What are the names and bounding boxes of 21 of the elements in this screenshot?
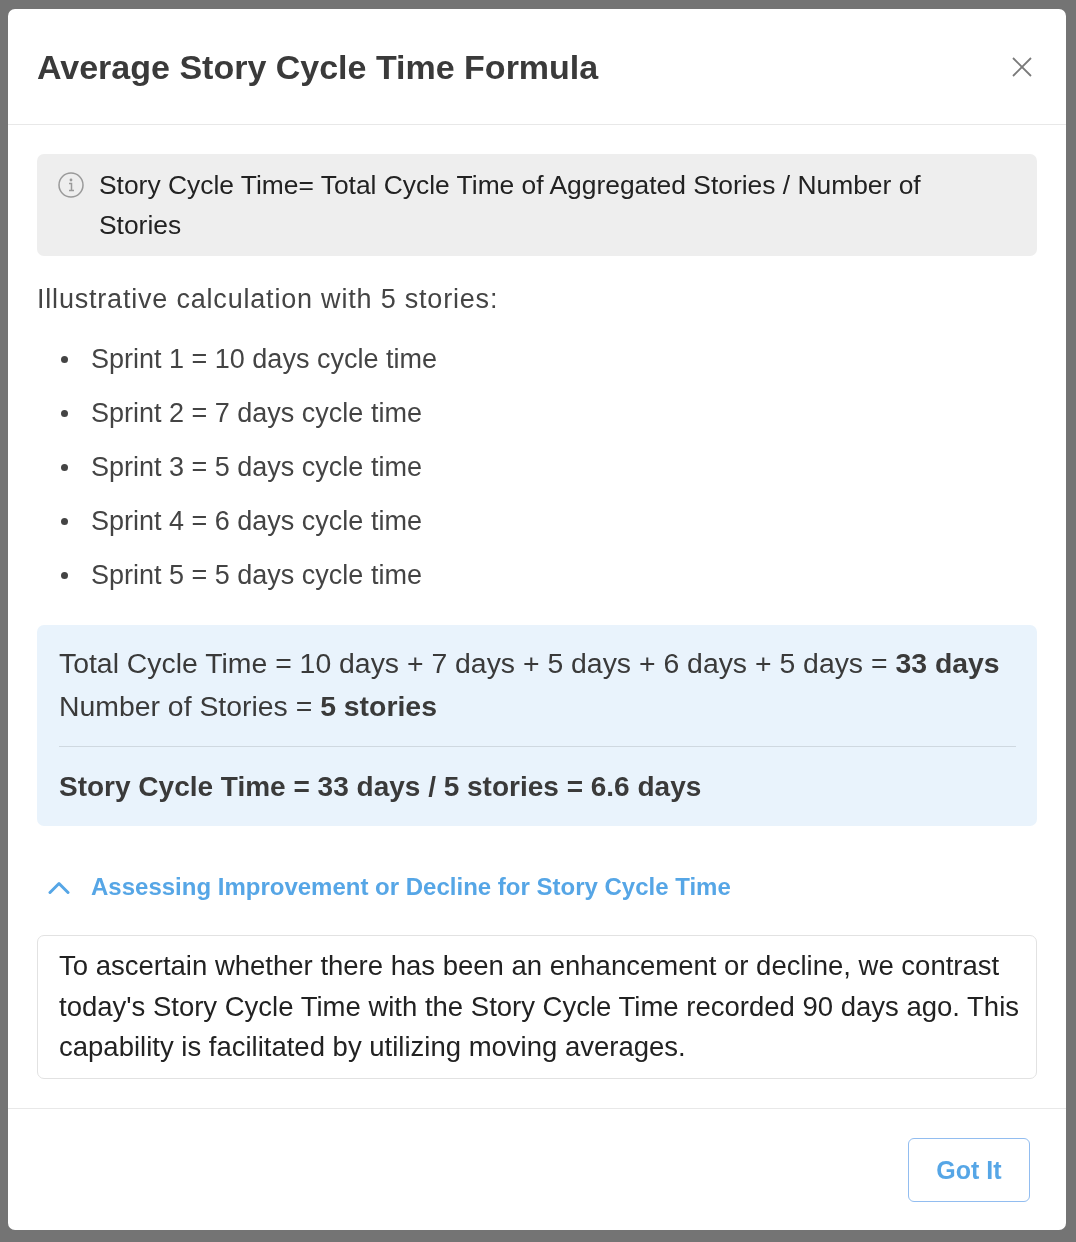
section-toggle[interactable]: Assessing Improvement or Decline for Story Cycle Time: [37, 867, 731, 907]
got-it-button[interactable]: Got It: [908, 1138, 1030, 1202]
example-item: Sprint 4 = 6 days cycle time: [91, 505, 422, 538]
bullet-icon: [61, 571, 68, 579]
example-item: Sprint 1 = 10 days cycle time: [91, 343, 437, 376]
example-item: Sprint 5 = 5 days cycle time: [91, 559, 422, 592]
close-icon: [1012, 56, 1032, 77]
intro-text: Illustrative calculation with 5 stories:: [37, 283, 500, 316]
bullet-icon: [61, 517, 68, 525]
bullet-icon: [61, 355, 68, 363]
example-item: Sprint 2 = 7 days cycle time: [91, 397, 422, 430]
bullet-icon: [61, 409, 68, 417]
info-icon: [58, 172, 84, 198]
section-description: To ascertain whether there has been an enhancement or decline, we contrast today's Story Cycle Time with the Story Cycle Time recorded 90 days ago. This capability is facilitated by utilizing moving averages.: [37, 935, 1037, 1079]
bullet-icon: [61, 463, 68, 471]
formula-text: Story Cycle Time= Total Cycle Time of Aggregated Stories / Number of Stories: [99, 169, 922, 242]
calculation-line: Number of Stories = 5 stories: [59, 689, 438, 724]
example-item: Sprint 3 = 5 days cycle time: [91, 451, 422, 484]
result-text: Story Cycle Time = 33 days / 5 stories = 6.6 days: [59, 770, 703, 804]
calculation-line: Total Cycle Time = 10 days + 7 days + 5 days + 6 days + 5 days = 33 days: [59, 646, 1001, 681]
dialog-title: Average Story Cycle Time Formula: [37, 46, 599, 88]
